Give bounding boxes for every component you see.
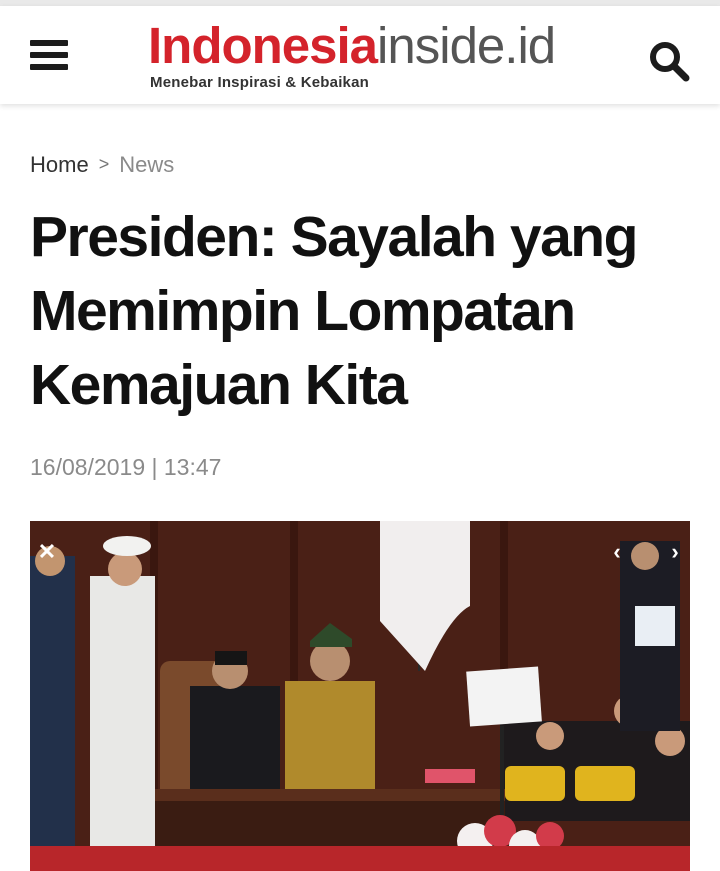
breadcrumb: Home > News: [30, 152, 174, 178]
search-icon[interactable]: [646, 38, 692, 84]
logo-brand: Indonesia: [148, 17, 378, 74]
article-date: 16/08/2019 | 13:47: [30, 454, 222, 480]
photo-scene: [30, 521, 690, 871]
logo-tagline: Menebar Inspirasi & Kebaikan: [150, 74, 370, 91]
breadcrumb-separator: >: [98, 154, 110, 174]
site-header: Indonesiainside.id Menebar Inspirasi & K…: [0, 6, 720, 104]
close-icon[interactable]: ✕: [34, 539, 60, 565]
article-title: Presiden: Sayalah yang Memimpin Lompatan…: [30, 205, 638, 417]
article-featured-image[interactable]: ✕ ‹ ›: [30, 521, 690, 871]
chevron-right-icon[interactable]: ›: [662, 539, 688, 565]
hamburger-icon[interactable]: [30, 36, 70, 76]
breadcrumb-home[interactable]: Home: [30, 152, 89, 177]
chevron-left-icon[interactable]: ‹: [604, 539, 630, 565]
breadcrumb-current[interactable]: News: [119, 152, 174, 177]
logo-domain: inside.id: [377, 17, 556, 74]
site-logo[interactable]: Indonesiainside.id Menebar Inspirasi & K…: [148, 16, 578, 102]
